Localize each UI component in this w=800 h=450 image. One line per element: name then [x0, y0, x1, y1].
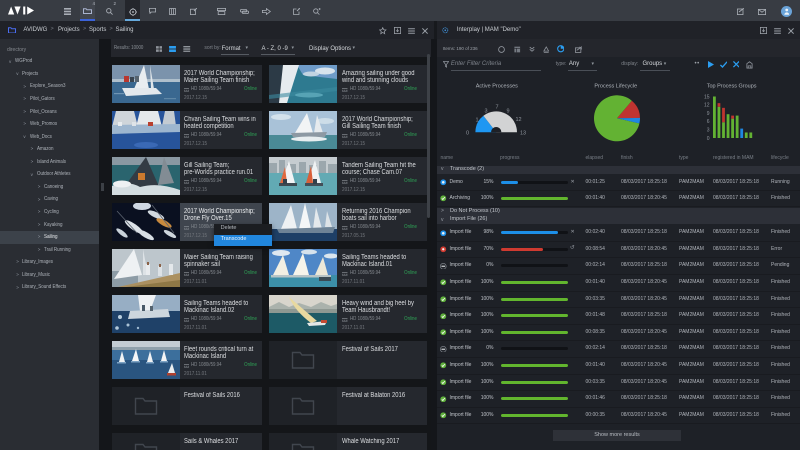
svg-text:3: 3	[707, 128, 710, 134]
svg-text:0: 0	[707, 136, 710, 142]
svg-text:Process Lifecycle: Process Lifecycle	[594, 84, 637, 90]
svg-text:9: 9	[707, 111, 710, 117]
svg-text:6: 6	[707, 119, 710, 125]
svg-text:12: 12	[704, 103, 710, 109]
svg-text:Top Process Groups: Top Process Groups	[707, 84, 757, 90]
svg-text:0: 0	[466, 131, 469, 137]
svg-text:7: 7	[496, 105, 499, 111]
svg-text:9: 9	[507, 109, 510, 115]
svg-text:15: 15	[704, 94, 710, 100]
svg-text:3: 3	[485, 109, 488, 115]
svg-text:1: 1	[476, 118, 479, 124]
svg-text:13: 13	[520, 131, 526, 137]
svg-text:Active Processes: Active Processes	[476, 84, 518, 90]
svg-text:12: 12	[516, 117, 522, 123]
